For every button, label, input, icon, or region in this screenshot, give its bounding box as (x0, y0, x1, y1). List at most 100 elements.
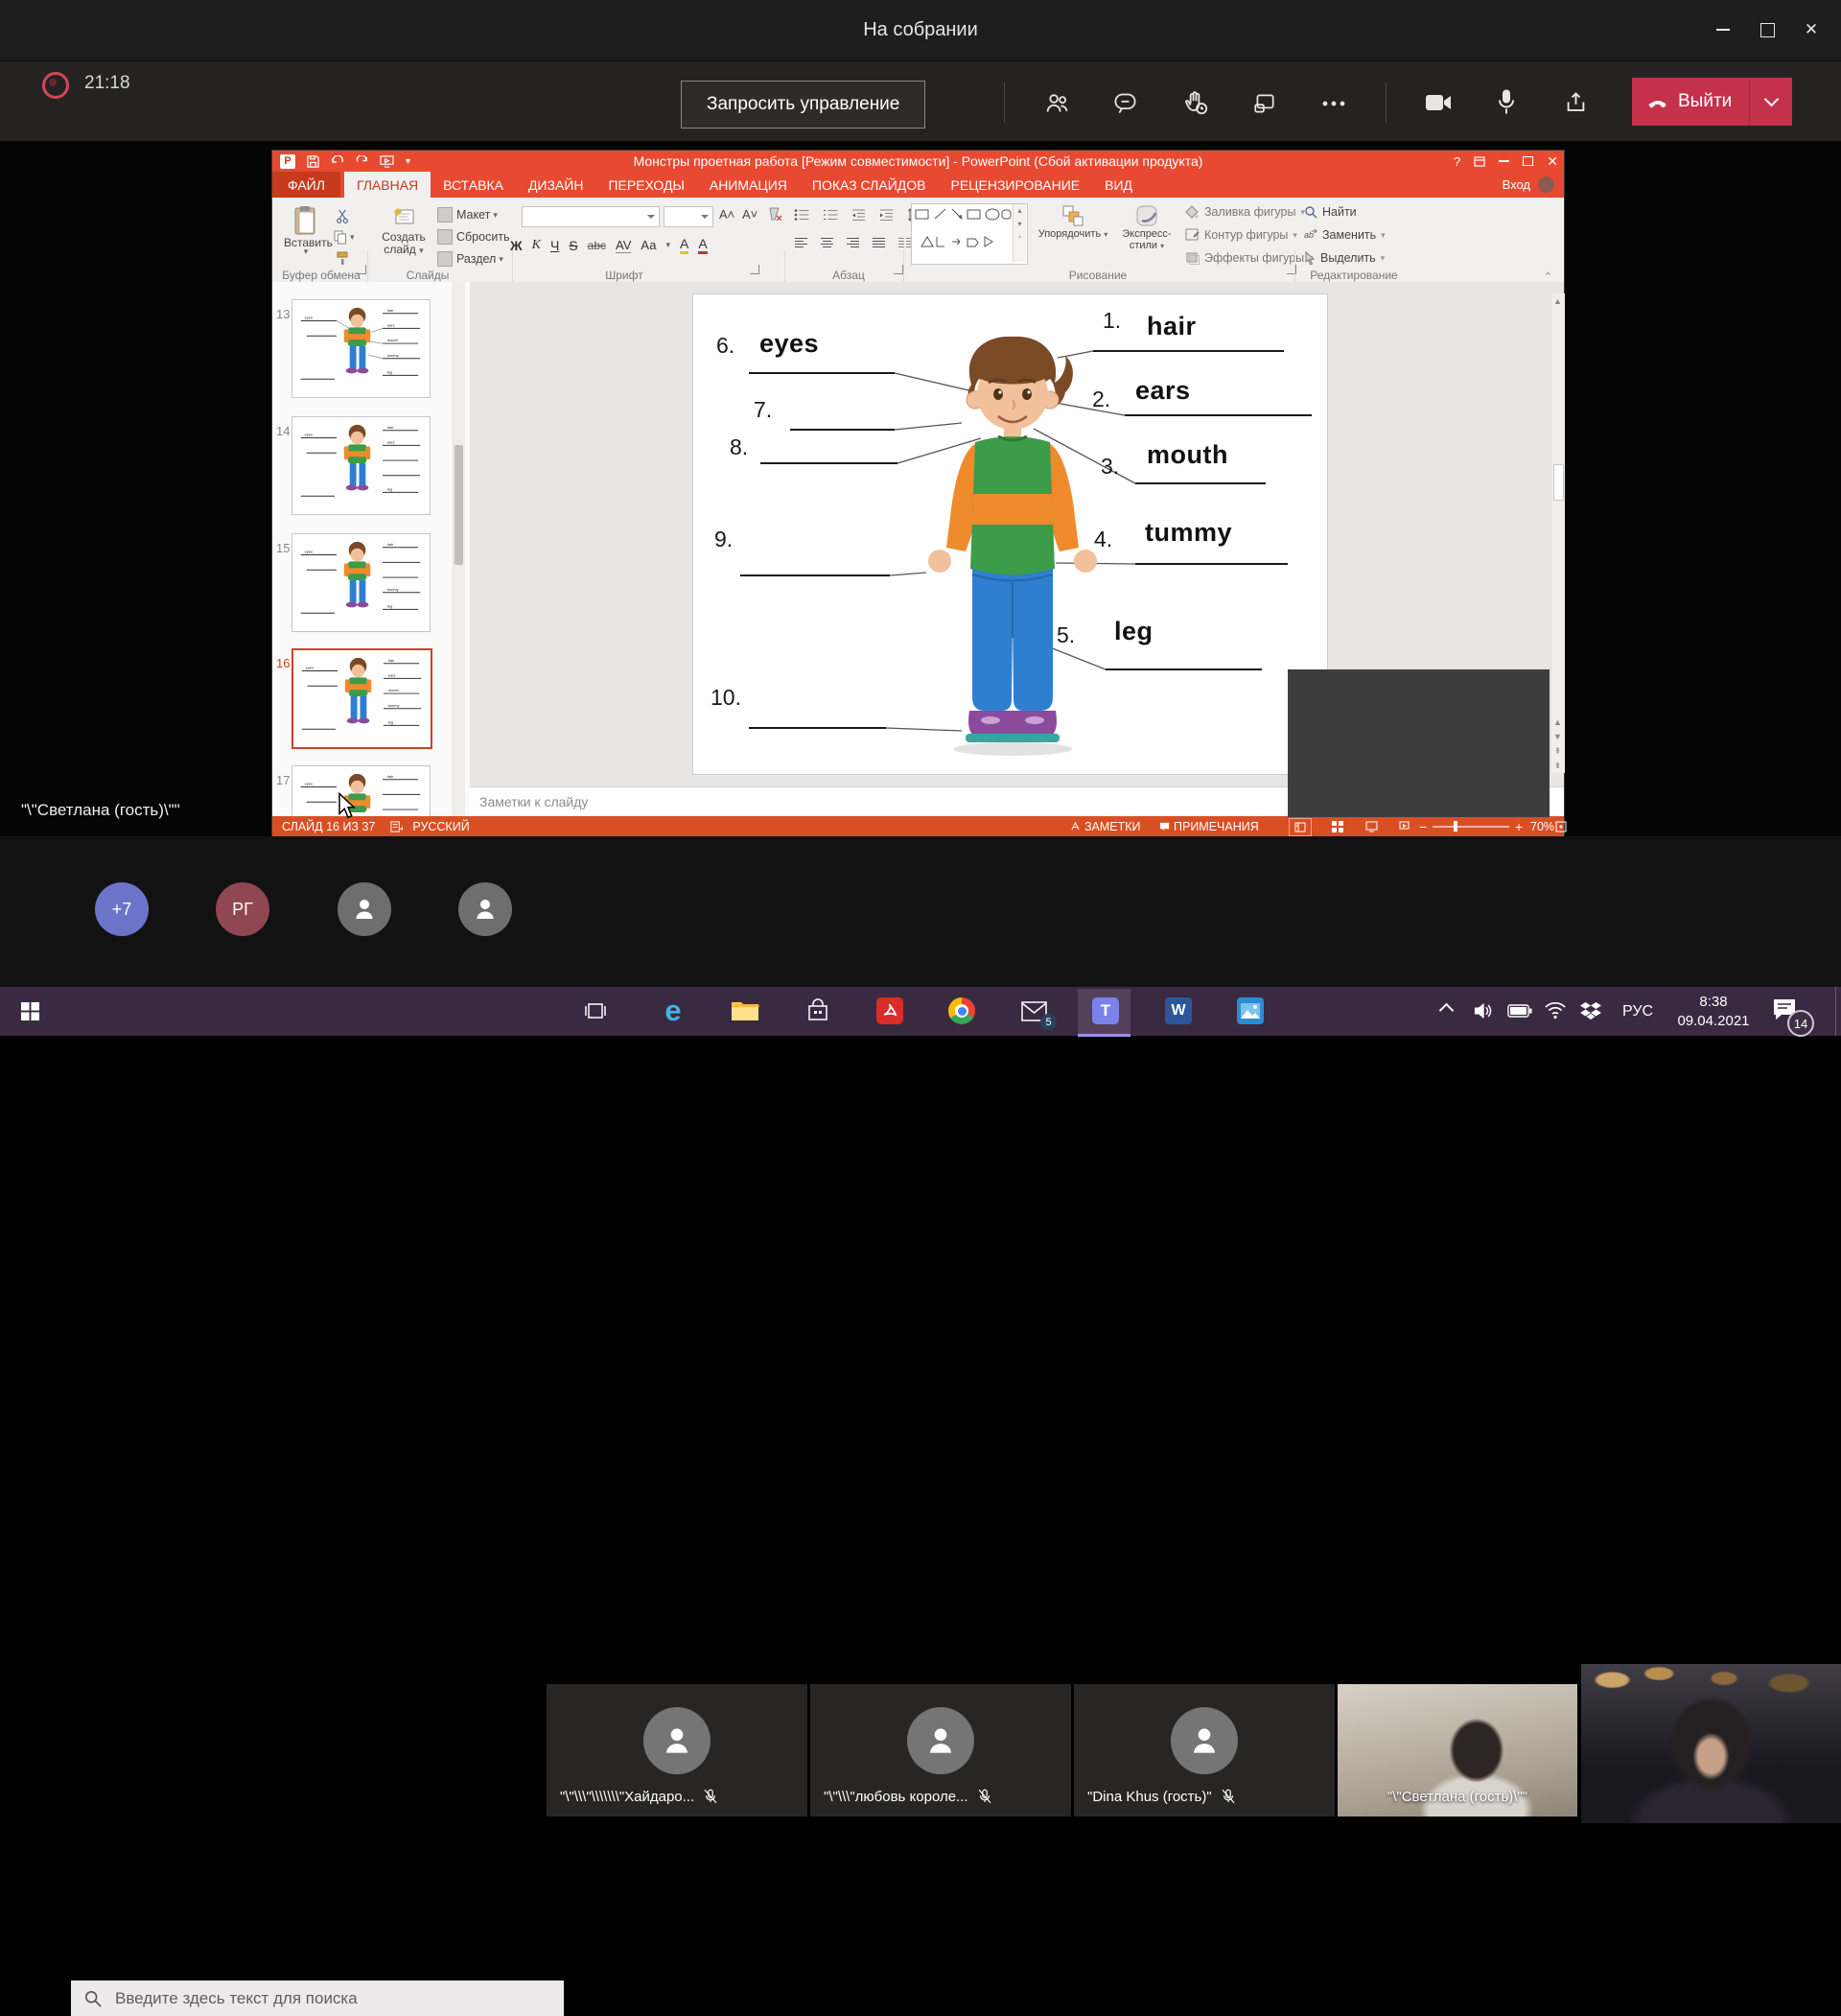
character-spacing-button[interactable]: AV (616, 238, 631, 253)
font-name-combobox[interactable] (522, 206, 660, 227)
language-indicator[interactable]: РУС (1622, 1003, 1653, 1020)
slide-thumbnail-17[interactable]: haireyes (291, 765, 431, 817)
slide-thumbnail-15[interactable]: haireyestummyleg (291, 533, 431, 632)
participants-icon[interactable] (1044, 90, 1070, 116)
slide-sorter-view-icon[interactable] (1332, 821, 1344, 832)
format-painter-icon[interactable] (336, 251, 349, 266)
tab-slideshow[interactable]: ПОКАЗ СЛАЙДОВ (800, 172, 939, 198)
strikethrough-button[interactable]: S (569, 238, 577, 253)
battery-icon[interactable] (1507, 1004, 1532, 1018)
dropbox-icon[interactable] (1579, 1001, 1602, 1020)
spellcheck-icon[interactable] (390, 820, 403, 832)
redo-icon[interactable] (356, 155, 368, 168)
cut-icon[interactable] (336, 209, 350, 223)
find-button[interactable]: Найти (1304, 205, 1357, 219)
maximize-button[interactable] (1745, 11, 1789, 49)
tab-review[interactable]: РЕЦЕНЗИРОВАНИЕ (938, 172, 1092, 198)
justify-icon[interactable] (872, 237, 886, 249)
italic-button[interactable]: К (532, 238, 541, 253)
ppt-minimize-icon[interactable] (1499, 160, 1509, 162)
select-button[interactable]: Выделить▾ (1304, 251, 1385, 265)
clock[interactable]: 8:38 09.04.2021 (1672, 993, 1755, 1031)
raise-hand-icon[interactable] (1181, 88, 1209, 116)
chat-icon[interactable] (1112, 90, 1138, 116)
decrease-indent-icon[interactable] (851, 208, 866, 222)
tab-view[interactable]: ВИД (1092, 172, 1145, 198)
tab-transitions[interactable]: ПЕРЕХОДЫ (595, 172, 696, 198)
scroll-up-icon[interactable]: ▲ (1553, 296, 1562, 306)
wifi-icon[interactable] (1544, 1000, 1567, 1020)
app-icon-edge[interactable]: e (658, 996, 688, 1026)
slide-thumbnail-13[interactable]: hairearsmouthtummyeyesleg (291, 299, 431, 398)
font-color-button[interactable]: А (698, 236, 707, 254)
align-right-icon[interactable] (846, 237, 860, 249)
participant-tile[interactable]: "\"\\\"\\\\\\\"Хайдаро... (547, 1684, 807, 1817)
participant-avatar[interactable] (458, 882, 512, 936)
slide-thumbnail-16-selected[interactable]: hairearsmouthtummyeyesleg (291, 648, 432, 749)
sign-in-link[interactable]: Вход (1503, 177, 1530, 192)
shapes-gallery[interactable]: ▴▾⹀ (911, 203, 1028, 265)
taskbar-search[interactable]: Введите здесь текст для поиска (71, 1981, 564, 2016)
reset-button[interactable]: Сбросить (437, 229, 510, 245)
shrink-font-icon[interactable]: A˅ (742, 207, 757, 222)
comments-toggle[interactable]: ПРИМЕЧАНИЯ (1159, 816, 1259, 836)
customize-qat-icon[interactable]: ▾ (406, 156, 410, 167)
highlight-color-button[interactable]: А (680, 236, 688, 254)
app-icon-chrome[interactable] (946, 996, 977, 1026)
tab-animations[interactable]: АНИМАЦИЯ (697, 172, 800, 198)
app-icon-photos[interactable] (1235, 996, 1266, 1026)
camera-icon[interactable] (1425, 91, 1452, 114)
app-icon-file-explorer[interactable] (730, 996, 760, 1026)
align-center-icon[interactable] (820, 237, 834, 249)
underline-button[interactable]: Ч (550, 238, 559, 253)
ribbon-display-icon[interactable] (1474, 156, 1485, 167)
slide-scrollbar-thumb[interactable] (1553, 464, 1564, 501)
slide-canvas[interactable]: 1. hair 2. ears 3. mouth 4. tummy 5. leg… (692, 293, 1328, 775)
tab-design[interactable]: ДИЗАЙН (516, 172, 596, 198)
zoom-out-icon[interactable]: − (1419, 819, 1427, 834)
thumbnail-scrollbar[interactable] (453, 282, 465, 816)
request-control-button[interactable]: Запросить управление (681, 81, 925, 129)
share-screen-icon[interactable] (1563, 89, 1589, 115)
notes-toggle[interactable]: ЗАМЕТКИ (1070, 816, 1141, 836)
new-slide-button[interactable]: Создать слайд ▾ (376, 203, 431, 274)
ppt-close-icon[interactable]: ✕ (1547, 153, 1558, 170)
start-slideshow-icon[interactable] (380, 155, 394, 168)
grow-font-icon[interactable]: A˄ (719, 207, 734, 222)
change-case-button[interactable]: Аа (641, 238, 656, 252)
undo-icon[interactable] (331, 155, 344, 167)
app-icon-store[interactable] (803, 996, 833, 1026)
clear-formatting-icon[interactable] (767, 207, 782, 221)
text-shadow-button[interactable]: abc (588, 239, 606, 252)
participant-tile[interactable]: "Dina Khus (гость)" (1074, 1684, 1335, 1817)
quick-styles-button[interactable]: Экспресс- стили ▾ (1116, 203, 1177, 252)
font-size-combobox[interactable] (664, 206, 713, 227)
show-desktop-divider[interactable] (1835, 987, 1836, 1036)
app-icon-word[interactable]: W (1163, 996, 1194, 1026)
volume-icon[interactable] (1472, 1000, 1493, 1021)
slideshow-view-icon[interactable] (1398, 821, 1410, 832)
layout-button[interactable]: Макет▾ (437, 207, 498, 223)
shape-fill-button[interactable]: Заливка фигуры▾ (1185, 205, 1305, 219)
participant-tile[interactable]: "\"\\\"любовь короле... (810, 1684, 1071, 1817)
shape-outline-button[interactable]: Контур фигуры▾ (1185, 228, 1297, 242)
ppt-restore-icon[interactable] (1523, 156, 1533, 166)
font-dialog-launcher[interactable] (750, 265, 759, 274)
participant-avatar[interactable] (338, 882, 391, 936)
app-icon-teams[interactable]: T (1090, 996, 1121, 1026)
more-options-icon[interactable] (1321, 100, 1346, 107)
microphone-icon[interactable] (1496, 88, 1517, 116)
leave-button[interactable]: Выйти (1632, 78, 1749, 126)
numbering-icon[interactable] (823, 208, 838, 222)
breakout-rooms-icon[interactable] (1252, 91, 1277, 116)
tray-hidden-icons-chevron[interactable] (1441, 1005, 1452, 1016)
app-icon-acrobat[interactable] (874, 996, 905, 1026)
increase-indent-icon[interactable] (879, 208, 894, 222)
reading-view-icon[interactable] (1365, 821, 1378, 832)
copy-icon[interactable]: ▾ (334, 230, 355, 245)
language-indicator[interactable]: РУССКИЙ (412, 820, 469, 833)
align-left-icon[interactable] (794, 237, 808, 249)
ppt-help-icon[interactable]: ? (1454, 154, 1460, 169)
paste-button[interactable]: Вставить ▾ (284, 203, 328, 274)
zoom-level[interactable]: 70% (1530, 820, 1554, 833)
